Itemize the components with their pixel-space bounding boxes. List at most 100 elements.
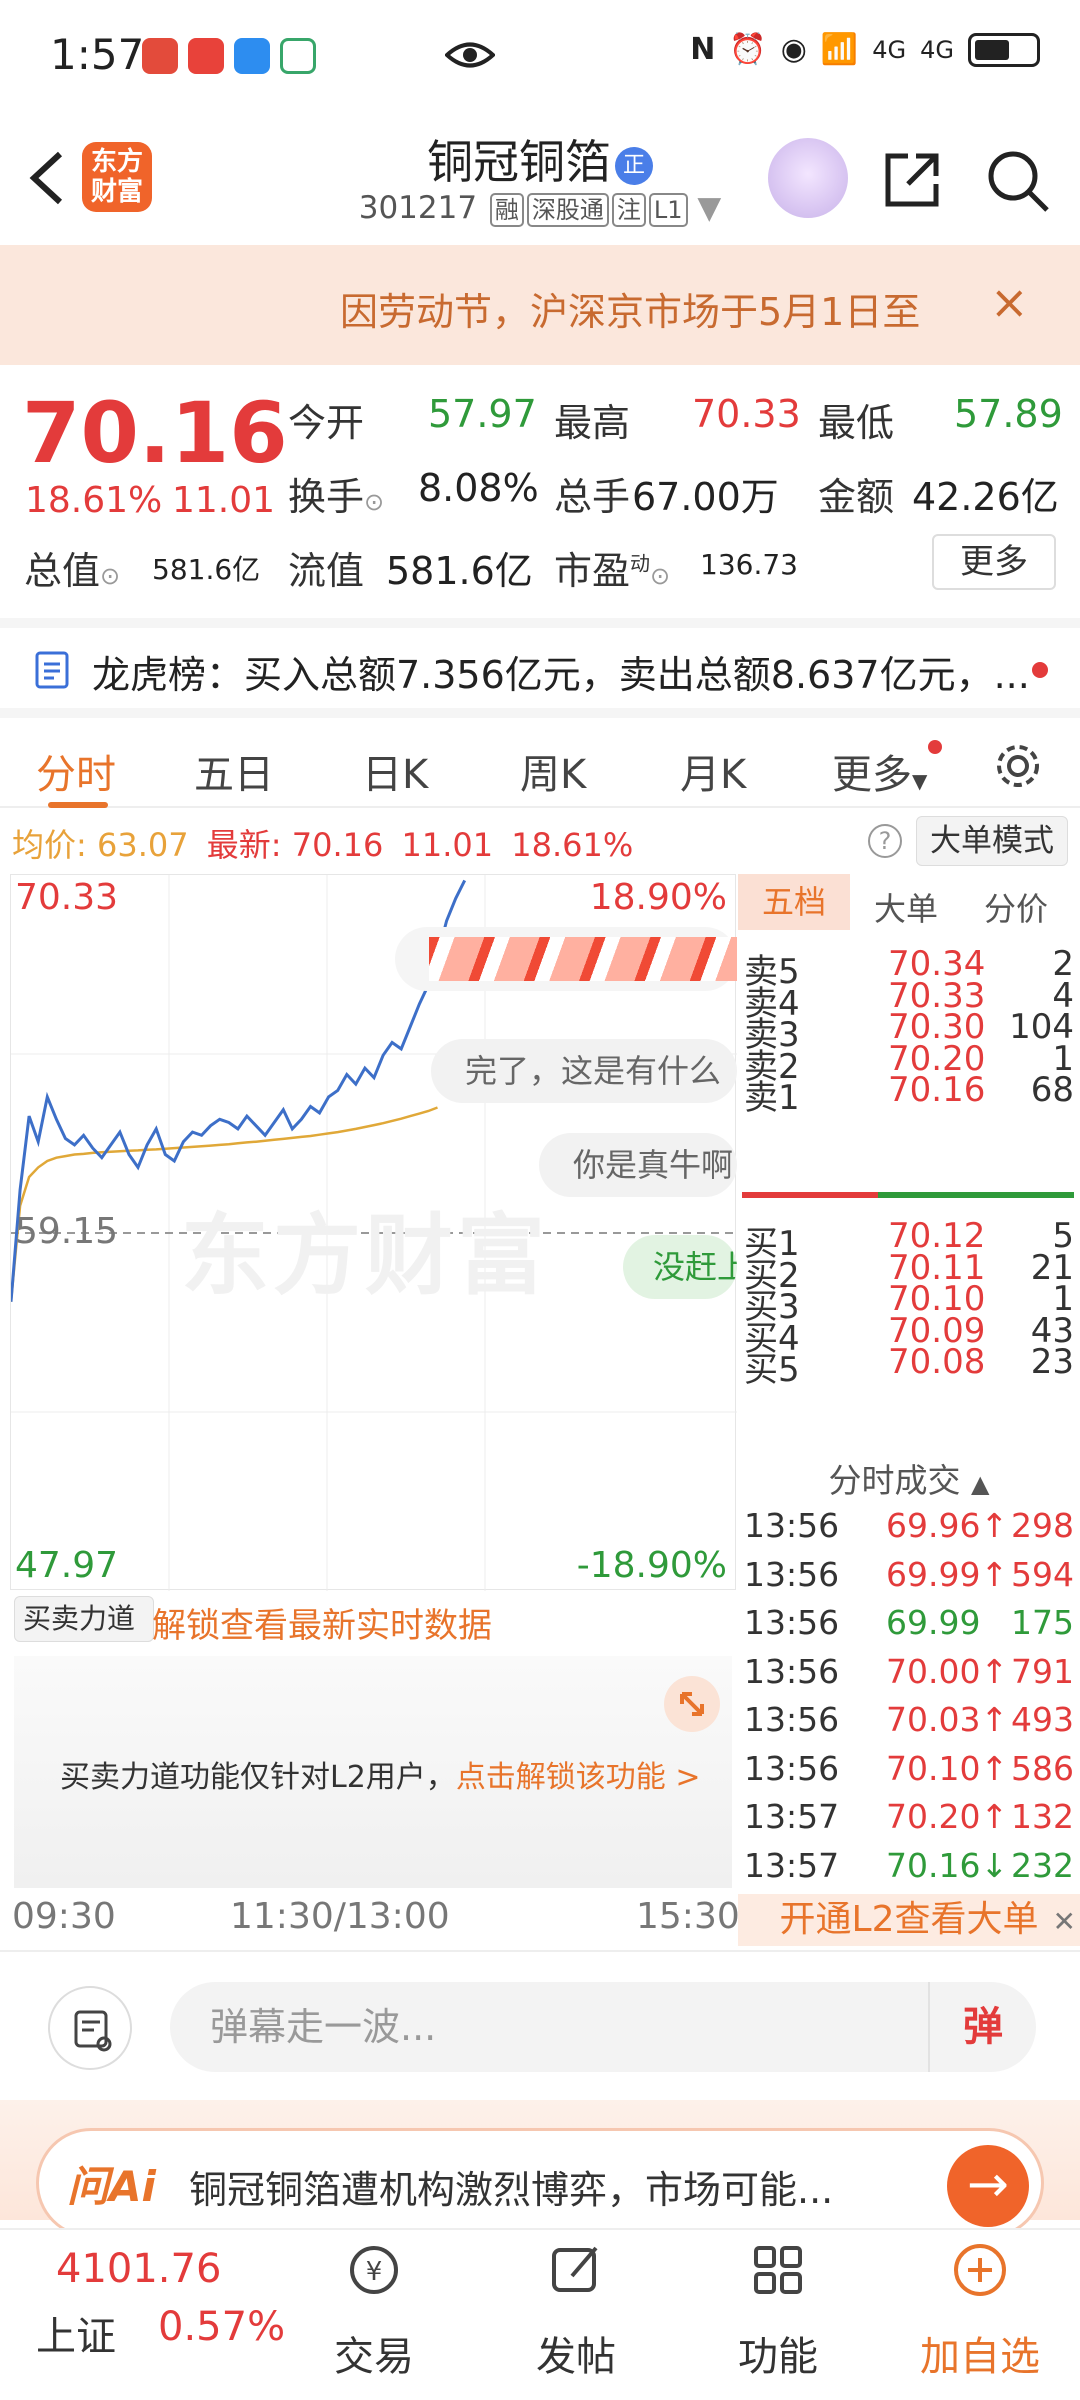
trade-row-volume: 586 [1011, 1748, 1074, 1788]
app-notification-icon [142, 38, 178, 74]
buy-sell-power-dropdown[interactable]: 买卖力道 ▼ [14, 1596, 154, 1681]
pe-label: 市盈动⊙ [554, 549, 671, 593]
trade-row-price: 70.03↑ [886, 1700, 1009, 1739]
nav-label: 发帖 [536, 2334, 616, 2380]
avg-value: 63.07 [96, 826, 189, 864]
high-value: 70.33 [692, 392, 801, 436]
chart-tabs: 分时 五日 日K 周K 月K 更多▼ [0, 708, 1080, 808]
tab-five-levels[interactable]: 五档 [738, 874, 850, 930]
nav-trade[interactable]: ¥ 交易 [294, 2230, 454, 2390]
unlock-realtime-link[interactable]: 解锁查看最新实时数据 [152, 1598, 492, 1647]
signal-icon: 4G [872, 35, 907, 64]
nav-functions[interactable]: 功能 [698, 2230, 858, 2390]
holiday-notice[interactable]: 因劳动节，沪深京市场于5月1日至 × [0, 245, 1080, 365]
axis-bottom-percent: -18.90% [576, 1545, 727, 1586]
post-list-icon[interactable] [48, 1986, 132, 2070]
trade-row-time: 13:56 [744, 1700, 840, 1739]
wifi-icon: 📶 [820, 32, 859, 67]
index-ticker[interactable]: 4101.76 上证 0.57% [0, 2230, 290, 2390]
search-icon[interactable] [985, 148, 1051, 214]
trade-row[interactable]: 13:57 70.16↓ 232 [744, 1846, 1080, 1894]
help-icon[interactable]: ? [868, 824, 902, 858]
robot-assistant-icon[interactable] [768, 138, 848, 218]
ask-row[interactable]: 卖1 70.16 68 [744, 1070, 1080, 1118]
hotspot-icon: ◉ [780, 32, 807, 67]
open-value: 57.97 [428, 392, 537, 436]
tab-more[interactable]: 更多▼ [832, 742, 927, 800]
open-label: 今开 [288, 401, 365, 445]
buy-sell-power-panel: 买卖力道 ▼ 解锁查看最新实时数据 买卖力道功能仅针对L2用户，点击解锁该功能 … [10, 1592, 736, 1892]
notice-text: 因劳动节，沪深京市场于5月1日至 [340, 290, 921, 334]
grid-icon [754, 2246, 802, 2294]
tag-note: 注 [611, 193, 646, 227]
status-bar: 1:57 N ⏰ ◉ 📶 4G 4G [0, 0, 1080, 110]
unlock-feature-link[interactable]: 点击解锁该功能 > [456, 1760, 701, 1795]
time-axis: 09:30 11:30/13:00 15:30 [0, 1896, 740, 1946]
trade-row-price: 70.20↑ [886, 1797, 1009, 1836]
trade-row[interactable]: 13:57 70.20↑ 132 [744, 1797, 1080, 1845]
axis-top-percent: 18.90% [589, 877, 727, 918]
nav-post[interactable]: 发帖 [496, 2230, 656, 2390]
message-notification-icon [234, 38, 270, 74]
trade-row[interactable]: 13:56 70.03↑ 493 [744, 1700, 1080, 1748]
tab-price-split[interactable]: 分价 [984, 884, 1048, 930]
nav-add-watchlist[interactable]: 加自选 [900, 2230, 1060, 2390]
avg-label: 均价: [12, 826, 87, 864]
tab-weekly-k[interactable]: 周K [520, 742, 586, 800]
volume-value: 67.00万 [632, 475, 779, 519]
big-order-mode-button[interactable]: 大单模式 [916, 816, 1068, 866]
bid-row[interactable]: 买5 70.08 23 [744, 1342, 1080, 1390]
trade-row-volume: 493 [1011, 1700, 1074, 1739]
high-label: 最高 [554, 401, 631, 445]
dragon-tiger-list[interactable]: 龙虎榜：买入总额7.356亿元，卖出总额8.637亿元，... [0, 618, 1080, 708]
trade-row[interactable]: 13:56 70.10↑ 586 [744, 1749, 1080, 1797]
price-summary-line: 均价: 63.07 最新: 70.16 11.01 18.61% [12, 820, 633, 866]
trade-row-price: 69.96↑ [886, 1506, 1009, 1545]
app-notification-icon [188, 38, 224, 74]
share-icon[interactable] [880, 148, 944, 212]
tab-five-day[interactable]: 五日 [194, 742, 274, 800]
trade-row-price: 70.10↑ [886, 1748, 1009, 1788]
trade-row-price: 70.00↑ [886, 1651, 1009, 1691]
turnover-label: 换手⊙ [288, 475, 385, 519]
trade-row[interactable]: 13:56 69.99 175 [744, 1603, 1080, 1651]
ai-summary-box[interactable]: 问Ai 铜冠铜箔遭机构激烈博弈，市场可能... → [36, 2128, 1044, 2238]
trade-row-time: 13:56 [744, 1506, 840, 1545]
intraday-chart[interactable]: 东方财富 70.33 18.90% 59.15 47.97 -18.90% 完了… [10, 874, 737, 1591]
app-notification-icon [280, 38, 316, 74]
change-amount: 11.01 [172, 480, 276, 521]
tick-deals-title[interactable]: 分时成交 ▲ [738, 1454, 1080, 1502]
axis-mid-price: 59.15 [15, 1211, 119, 1252]
more-button[interactable]: 更多 [932, 534, 1056, 590]
expand-icon[interactable] [664, 1676, 720, 1732]
tab-big-orders[interactable]: 大单 [874, 884, 938, 930]
tab-monthly-k[interactable]: 月K [680, 742, 746, 800]
gear-icon[interactable] [992, 740, 1044, 792]
change-percent: 18.61% [25, 480, 163, 521]
tab-intraday[interactable]: 分时 [36, 742, 116, 800]
trade-row-time: 13:57 [744, 1845, 840, 1885]
index-value: 4101.76 [56, 2246, 222, 2292]
trade-row[interactable]: 13:56 70.00↑ 791 [744, 1652, 1080, 1700]
open-l2-banner[interactable]: 开通L2查看大单 ✕ [738, 1894, 1080, 1946]
trade-row-volume: 791 [1011, 1651, 1074, 1691]
close-icon[interactable]: × [990, 275, 1029, 329]
close-icon[interactable]: ✕ [1053, 1896, 1076, 1948]
trade-row-time: 13:56 [744, 1748, 840, 1788]
lhb-text: 龙虎榜：买入总额7.356亿元，卖出总额8.637亿元，... [92, 653, 1030, 697]
bid-row-price: 70.08 [888, 1342, 986, 1382]
trade-row-volume: 175 [1011, 1603, 1074, 1642]
arrow-right-icon[interactable]: → [947, 2145, 1029, 2227]
trade-row[interactable]: 13:56 69.99↑ 594 [744, 1555, 1080, 1603]
trade-row[interactable]: 13:56 69.96↑ 298 [744, 1506, 1080, 1554]
danmu-input[interactable]: 弹幕走一波... [170, 1982, 1036, 2072]
tag-level: L1 [648, 193, 688, 227]
trade-row-price: 70.16↓ [886, 1845, 1009, 1885]
danmu-toggle-button[interactable]: 弹 [928, 1982, 1036, 2072]
danmu-bubble: 你是真牛啊 [539, 1133, 737, 1197]
comment-bar: 弹幕走一波... 弹 [0, 1950, 1080, 2100]
tab-daily-k[interactable]: 日K [362, 742, 428, 800]
last-percent: 18.61% [511, 826, 634, 864]
amount-label: 金额 [818, 475, 895, 519]
status-icons: N ⏰ ◉ 📶 4G 4G [690, 32, 1040, 67]
